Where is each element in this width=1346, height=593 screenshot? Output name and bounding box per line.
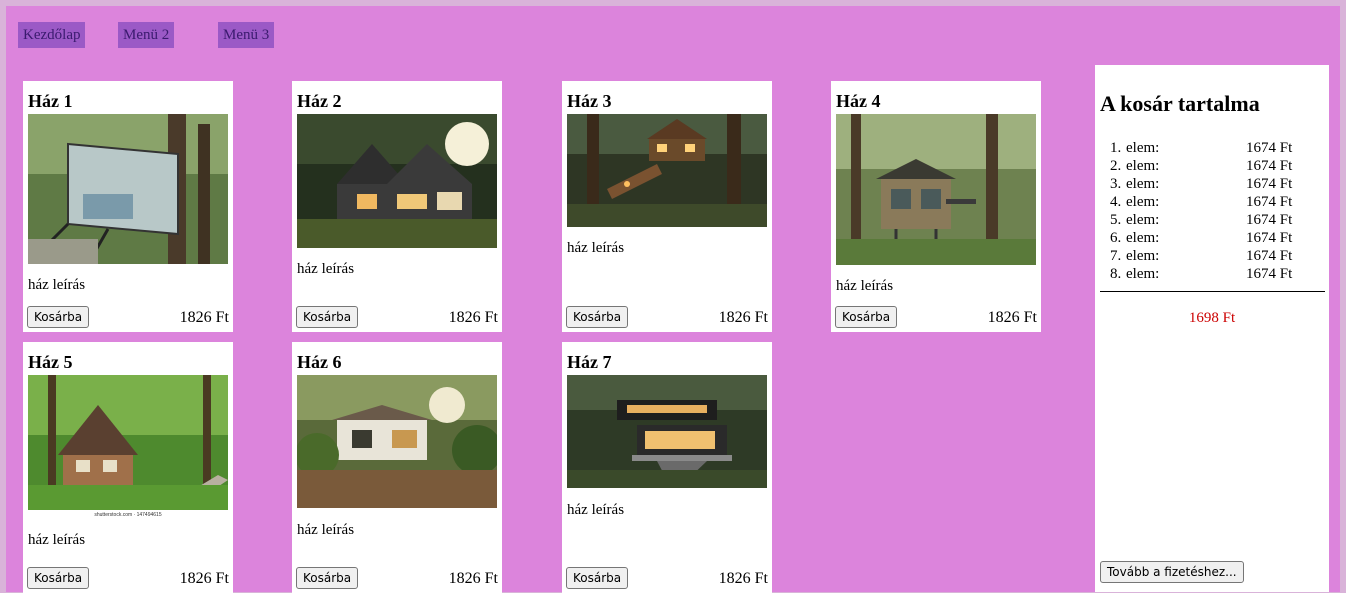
house-image [28, 114, 228, 264]
house-image [836, 114, 1036, 265]
add-to-cart-button[interactable]: Kosárba [27, 306, 90, 328]
house-image: shutterstock.com · 147494615 [28, 375, 228, 518]
product-price: 1826 Ft [179, 309, 229, 326]
nav-item-menu-2[interactable]: Menü 2 [118, 22, 175, 48]
product-description: ház leírás [28, 277, 86, 293]
add-to-cart-button[interactable]: Kosárba [835, 306, 898, 328]
product-card-2: Ház 2 ház leírás Kosárba 1826 Ft [292, 81, 502, 332]
add-to-cart-button[interactable]: Kosárba [27, 567, 90, 589]
product-title: Ház 7 [567, 352, 612, 372]
product-price: 1826 Ft [718, 309, 768, 326]
product-price: 1826 Ft [987, 309, 1037, 326]
add-to-cart-button[interactable]: Kosárba [296, 567, 359, 589]
product-card-3: Ház 3 ház leírás Kosárba 1826 Ft [562, 81, 772, 332]
product-description: ház leírás [567, 240, 625, 256]
cart-title: A kosár tartalma [1100, 91, 1260, 116]
house-image [567, 375, 767, 488]
product-title: Ház 3 [567, 91, 612, 111]
house-image [297, 375, 497, 508]
nav-item-menu-3[interactable]: Menü 3 [218, 22, 275, 48]
product-card-4: Ház 4 ház leírás Kosárba 1826 Ft [831, 81, 1041, 332]
product-description: ház leírás [28, 532, 86, 548]
product-price: 1826 Ft [179, 570, 229, 587]
cart-item: 8. elem: 1674 Ft [1110, 266, 1293, 282]
product-title: Ház 4 [836, 91, 881, 111]
product-card-5: Ház 5 shutterstock.com · 147494615 ház l… [23, 342, 233, 593]
product-title: Ház 6 [297, 352, 342, 372]
product-price: 1826 Ft [718, 570, 768, 587]
cart-divider [1100, 291, 1325, 292]
product-card-6: Ház 6 ház leírás Kosárba 1826 Ft [292, 342, 502, 593]
product-card-7: Ház 7 ház leírás Kosárba 1826 Ft [562, 342, 772, 593]
product-card-1: Ház 1 ház leírás Kosárba 1826 Ft [23, 81, 233, 332]
cart-item: 5. elem: 1674 Ft [1110, 212, 1293, 228]
add-to-cart-button[interactable]: Kosárba [566, 306, 629, 328]
add-to-cart-button[interactable]: Kosárba [566, 567, 629, 589]
product-description: ház leírás [297, 522, 355, 538]
product-description: ház leírás [836, 278, 894, 294]
cart-item: 4. elem: 1674 Ft [1110, 194, 1293, 210]
cart-panel: A kosár tartalma 1. elem: 1674 Ft 2. elem: 1… [1095, 65, 1329, 592]
cart-item: 1. elem: 1674 Ft [1110, 140, 1293, 156]
product-title: Ház 2 [297, 91, 342, 111]
cart-item: 7. elem: 1674 Ft [1110, 248, 1293, 264]
product-description: ház leírás [297, 261, 355, 277]
cart-item-list: 1. elem: 1674 Ft 2. elem: 1674 Ft 3. elem: 167… [1110, 139, 1300, 283]
product-price: 1826 Ft [448, 309, 498, 326]
house-image [297, 114, 497, 248]
nav-item-home[interactable]: Kezdőlap [18, 22, 86, 48]
product-title: Ház 5 [28, 352, 73, 372]
cart-item: 3. elem: 1674 Ft [1110, 176, 1293, 192]
house-image [567, 114, 767, 227]
cart-total: 1698 Ft [1188, 310, 1236, 326]
product-title: Ház 1 [28, 91, 73, 111]
product-description: ház leírás [567, 502, 625, 518]
checkout-button[interactable]: Tovább a fizetéshez... [1100, 561, 1244, 583]
product-price: 1826 Ft [448, 570, 498, 587]
cart-item: 2. elem: 1674 Ft [1110, 158, 1293, 174]
stock-watermark: shutterstock.com · 147494615 [94, 512, 161, 518]
cart-item: 6. elem: 1674 Ft [1110, 230, 1293, 246]
add-to-cart-button[interactable]: Kosárba [296, 306, 359, 328]
